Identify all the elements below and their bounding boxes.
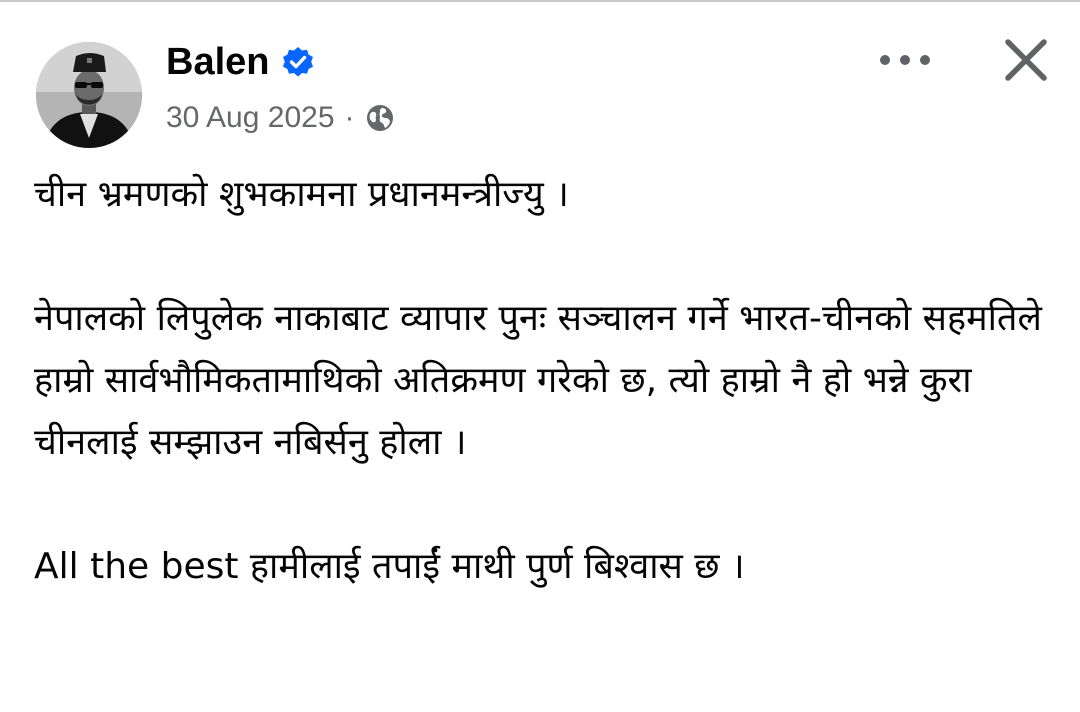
more-options-button[interactable] <box>872 38 938 82</box>
meta-separator: · <box>344 101 355 134</box>
post-meta: 30 Aug 2025 · <box>166 98 395 138</box>
post-paragraph: चीन भ्रमणको शुभकामना प्रधानमन्त्रीज्यु । <box>34 174 569 215</box>
post-header: Balen 30 Aug 2025 · <box>0 0 1080 160</box>
close-icon <box>1005 39 1047 81</box>
post-paragraph: नेपालको लिपुलेक नाकाबाट व्यापार पुनः सञ्… <box>34 298 1054 463</box>
author-name[interactable]: Balen <box>166 41 269 84</box>
avatar[interactable] <box>36 42 142 148</box>
post-body: चीन भ्रमणको शुभकामना प्रधानमन्त्रीज्यु ।… <box>34 164 1044 598</box>
verified-badge-icon <box>281 45 315 79</box>
more-options-icon <box>880 55 930 65</box>
close-button[interactable] <box>996 30 1056 90</box>
avatar-photo <box>36 42 142 148</box>
author-row: Balen <box>166 38 315 86</box>
post-paragraph: All the best हामीलाई तपाईं माथी पुर्ण बि… <box>34 546 745 587</box>
globe-icon[interactable] <box>365 103 395 133</box>
post-date[interactable]: 30 Aug 2025 <box>166 101 335 135</box>
